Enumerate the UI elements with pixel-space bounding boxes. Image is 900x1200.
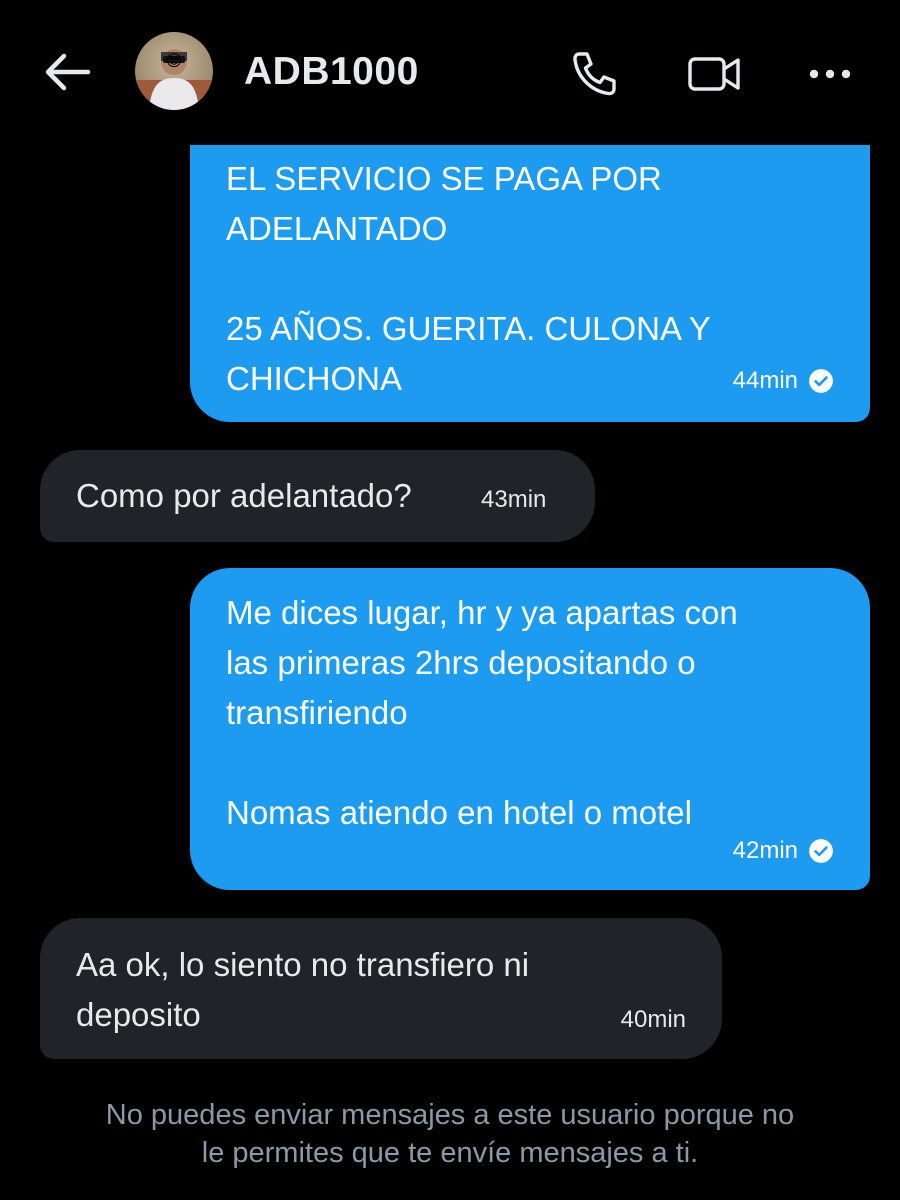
message-time: 40min [620, 1006, 686, 1033]
message-meta: 44min [733, 366, 834, 396]
video-call-button[interactable] [686, 48, 742, 100]
phone-icon [573, 52, 616, 96]
message-meta: 42min [733, 836, 834, 866]
message-bubble-outgoing[interactable]: EL SERVICIO SE PAGA POR ADELANTADO 25 AÑ… [190, 100, 870, 422]
message-bubble-outgoing[interactable]: Me dices lugar, hr y ya apartas con las … [190, 568, 870, 890]
check-circle-icon [809, 839, 833, 863]
messaging-restricted-notice: No puedes enviar mensajes a este usuario… [105, 1099, 795, 1169]
arrow-left-icon [45, 53, 91, 91]
message-text: Aa ok, lo siento no transfiero ni deposi… [76, 946, 530, 1033]
message-text: Me dices lugar, hr y ya apartas con las … [226, 594, 738, 831]
message-time: 42min [732, 837, 798, 864]
conversation-header: 😎 ADB1000 [0, 0, 900, 145]
call-button[interactable] [567, 48, 623, 100]
message-time: 43min [481, 486, 547, 513]
avatar-image: 😎 [135, 32, 213, 110]
message-thread[interactable]: EL SERVICIO SE PAGA POR ADELANTADO 25 AÑ… [0, 0, 900, 1200]
more-horizontal-icon [809, 69, 851, 79]
avatar[interactable]: 😎 [135, 32, 213, 110]
check-circle-icon [809, 369, 833, 393]
message-meta: 43min [481, 485, 546, 515]
message-bubble-incoming[interactable]: Aa ok, lo siento no transfiero ni deposi… [40, 918, 722, 1059]
back-button[interactable] [38, 48, 94, 96]
message-text: Como por adelantado? [76, 477, 412, 514]
message-time: 44min [732, 367, 798, 394]
contact-name[interactable]: ADB1000 [244, 50, 419, 94]
message-meta: 40min [621, 1005, 686, 1035]
more-options-button[interactable] [802, 48, 858, 100]
svg-text:😎: 😎 [166, 51, 183, 70]
video-camera-icon [688, 57, 740, 91]
message-bubble-incoming[interactable]: Como por adelantado? 43min [40, 450, 595, 542]
